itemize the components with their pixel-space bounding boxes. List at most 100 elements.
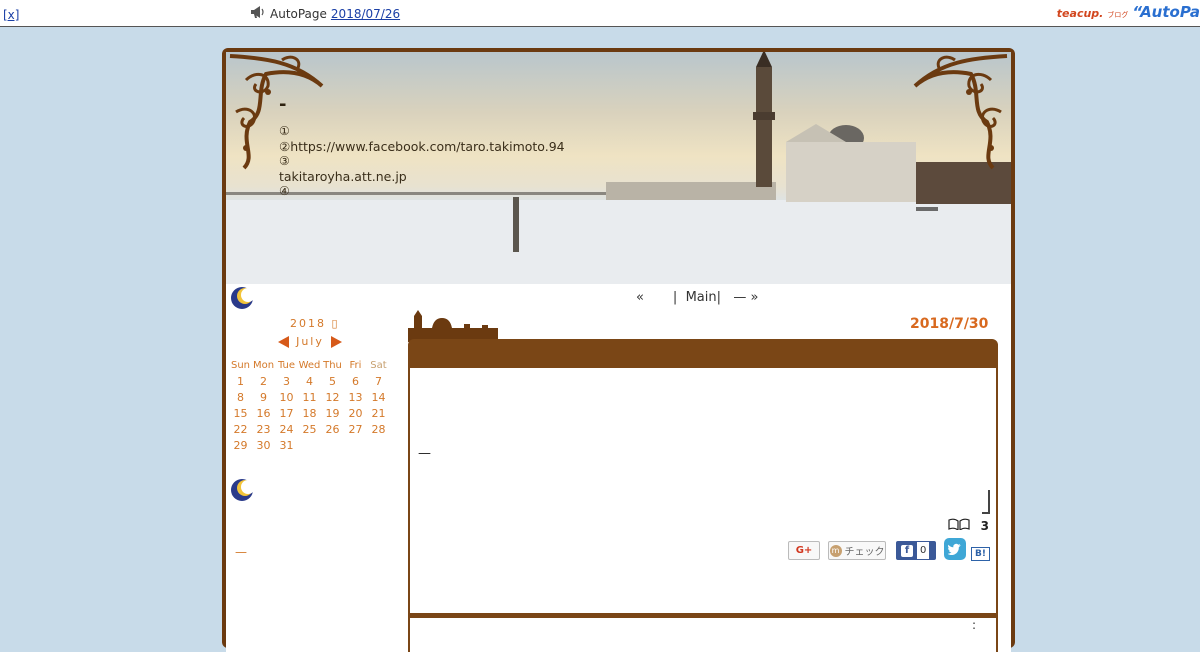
calendar-day[interactable]: 11 — [298, 389, 321, 405]
calendar-day[interactable]: 19 — [321, 405, 344, 421]
autopage-notice: AutoPage 2018/07/26 — [250, 5, 400, 22]
calendar-day[interactable]: 1 — [229, 373, 252, 389]
sidebar-link[interactable]: — — [235, 545, 247, 559]
calendar-day[interactable]: 5 — [321, 373, 344, 389]
calendar-day[interactable]: 16 — [252, 405, 275, 421]
brand-autopage: “AutoPa — [1132, 3, 1200, 21]
calendar-week: 8 9 10 11 12 13 14 — [229, 389, 390, 405]
calendar-month-nav: July — [278, 335, 342, 348]
prev-month-icon[interactable] — [278, 335, 289, 348]
facebook-share-button[interactable]: f 0 — [896, 541, 936, 560]
twitter-icon — [948, 543, 961, 555]
weekday-sat: Sat — [370, 359, 387, 371]
info-line-facebook: ②https://www.facebook.com/taro.takimoto.… — [279, 139, 565, 154]
entry-mark — [982, 490, 990, 514]
facebook-count: 0 — [917, 542, 930, 559]
calendar-day[interactable]: 7 — [367, 373, 390, 389]
moon-icon — [231, 287, 254, 309]
calendar-day[interactable]: 8 — [229, 389, 252, 405]
info-line: ① — [279, 124, 290, 138]
calendar-year-label: 2018 — [290, 317, 326, 330]
calendar-week: 29 30 31 — [229, 437, 390, 453]
calendar-day — [367, 437, 390, 453]
close-button[interactable]: [x] — [3, 8, 19, 22]
calendar-day[interactable]: 25 — [298, 421, 321, 437]
calendar-day[interactable]: 13 — [344, 389, 367, 405]
calendar-month-label: July — [296, 335, 324, 348]
ornament-right-icon — [913, 54, 1008, 170]
next-month-icon[interactable] — [330, 335, 342, 348]
church-silhouette-icon — [408, 310, 498, 342]
google-plus-button[interactable]: G+ — [788, 541, 820, 560]
calendar-day[interactable]: 17 — [275, 405, 298, 421]
main-link[interactable]: Main — [686, 290, 717, 305]
calendar-day[interactable]: 27 — [344, 421, 367, 437]
entry-date: 2018/7/30 — [910, 316, 989, 332]
calendar-day — [321, 437, 344, 453]
weekday-sun: Sun — [230, 359, 251, 371]
calendar-weekdays: Sun Mon Tue Wed Thu Fri Sat — [229, 357, 390, 373]
check-label: チェック — [844, 547, 885, 558]
calendar-day[interactable]: 30 — [252, 437, 275, 453]
calendar-day[interactable]: 28 — [367, 421, 390, 437]
calendar-day[interactable]: 12 — [321, 389, 344, 405]
book-icon — [948, 518, 970, 530]
moon-icon — [231, 479, 254, 501]
nav-separator: | — [716, 290, 721, 305]
weekday-wed: Wed — [298, 359, 321, 371]
calendar-day — [298, 437, 321, 453]
calendar-day[interactable]: 21 — [367, 405, 390, 421]
calendar-week: 1234567 — [229, 373, 390, 389]
info-line: ③ — [279, 154, 290, 168]
mixi-icon: m — [829, 544, 842, 557]
weekday-mon: Mon — [252, 359, 275, 371]
nav-separator: | — [672, 290, 678, 305]
blog-header: - ① ②https://www.facebook.com/taro.takim… — [226, 52, 1011, 284]
twitter-button[interactable] — [944, 538, 966, 560]
calendar-day[interactable]: 18 — [298, 405, 321, 421]
autopage-topbar: [x] AutoPage 2018/07/26 teacup. ブログ “Aut… — [0, 0, 1200, 27]
calendar-day[interactable]: 31 — [275, 437, 298, 453]
next-entry-link[interactable]: — » — [733, 290, 758, 305]
calendar-day — [344, 437, 367, 453]
hatena-bookmark-button[interactable]: B! — [971, 547, 990, 561]
brand-teacup: teacup. — [1056, 7, 1104, 20]
calendar-day[interactable]: 2 — [252, 373, 275, 389]
entry-title-bar — [408, 339, 998, 371]
calendar-day[interactable]: 15 — [229, 405, 252, 421]
calendar-day[interactable]: 24 — [275, 421, 298, 437]
calendar-day[interactable]: 20 — [344, 405, 367, 421]
brand-blog: ブログ — [1107, 11, 1129, 19]
calendar-day[interactable]: 22 — [229, 421, 252, 437]
facebook-icon: f — [901, 544, 913, 557]
calendar-year: 2018 ▯ — [290, 317, 340, 330]
autopage-label: AutoPage — [270, 6, 327, 21]
next-entry-body: : — [408, 618, 998, 652]
megaphone-icon — [250, 5, 266, 22]
prev-entry-link[interactable]: « — [636, 290, 644, 305]
calendar-day[interactable]: 10 — [275, 389, 298, 405]
info-line: ④ — [279, 184, 290, 198]
calendar-day[interactable]: 6 — [344, 373, 367, 389]
header-info: ① ②https://www.facebook.com/taro.takimot… — [279, 124, 565, 199]
view-count: 3 — [980, 519, 989, 533]
weekday-tue: Tue — [277, 359, 296, 371]
calendar-day[interactable]: 4 — [298, 373, 321, 389]
calendar-week: 22 23 24 25 26 27 28 — [229, 421, 390, 437]
mixi-check-button[interactable]: m チェック — [828, 541, 886, 560]
teacup-autopage-logo[interactable]: teacup. ブログ “AutoPa — [1057, 3, 1200, 21]
calendar-day[interactable]: 14 — [367, 389, 390, 405]
calendar-day[interactable]: 3 — [275, 373, 298, 389]
weekday-thu: Thu — [323, 359, 342, 371]
calendar-day[interactable]: 26 — [321, 421, 344, 437]
info-line-email: takitaroyha.att.ne.jp — [279, 169, 407, 184]
autopage-date-link[interactable]: 2018/07/26 — [331, 7, 400, 21]
calendar-days: 1 2 3 4 5 6 7 8 9 10 11 12 13 14 15 16 17 18 19 20 21 22 23 24 2… — [229, 373, 390, 453]
calendar-day[interactable]: 9 — [252, 389, 275, 405]
calendar-day[interactable]: 23 — [252, 421, 275, 437]
entry-body: — 3 G+ m チェック f 0 B! — [408, 368, 998, 615]
site-title: - — [279, 94, 287, 115]
weekday-fri: Fri — [349, 359, 362, 371]
calendar-day[interactable]: 29 — [229, 437, 252, 453]
calendar-week: 15 16 17 18 19 20 21 — [229, 405, 390, 421]
